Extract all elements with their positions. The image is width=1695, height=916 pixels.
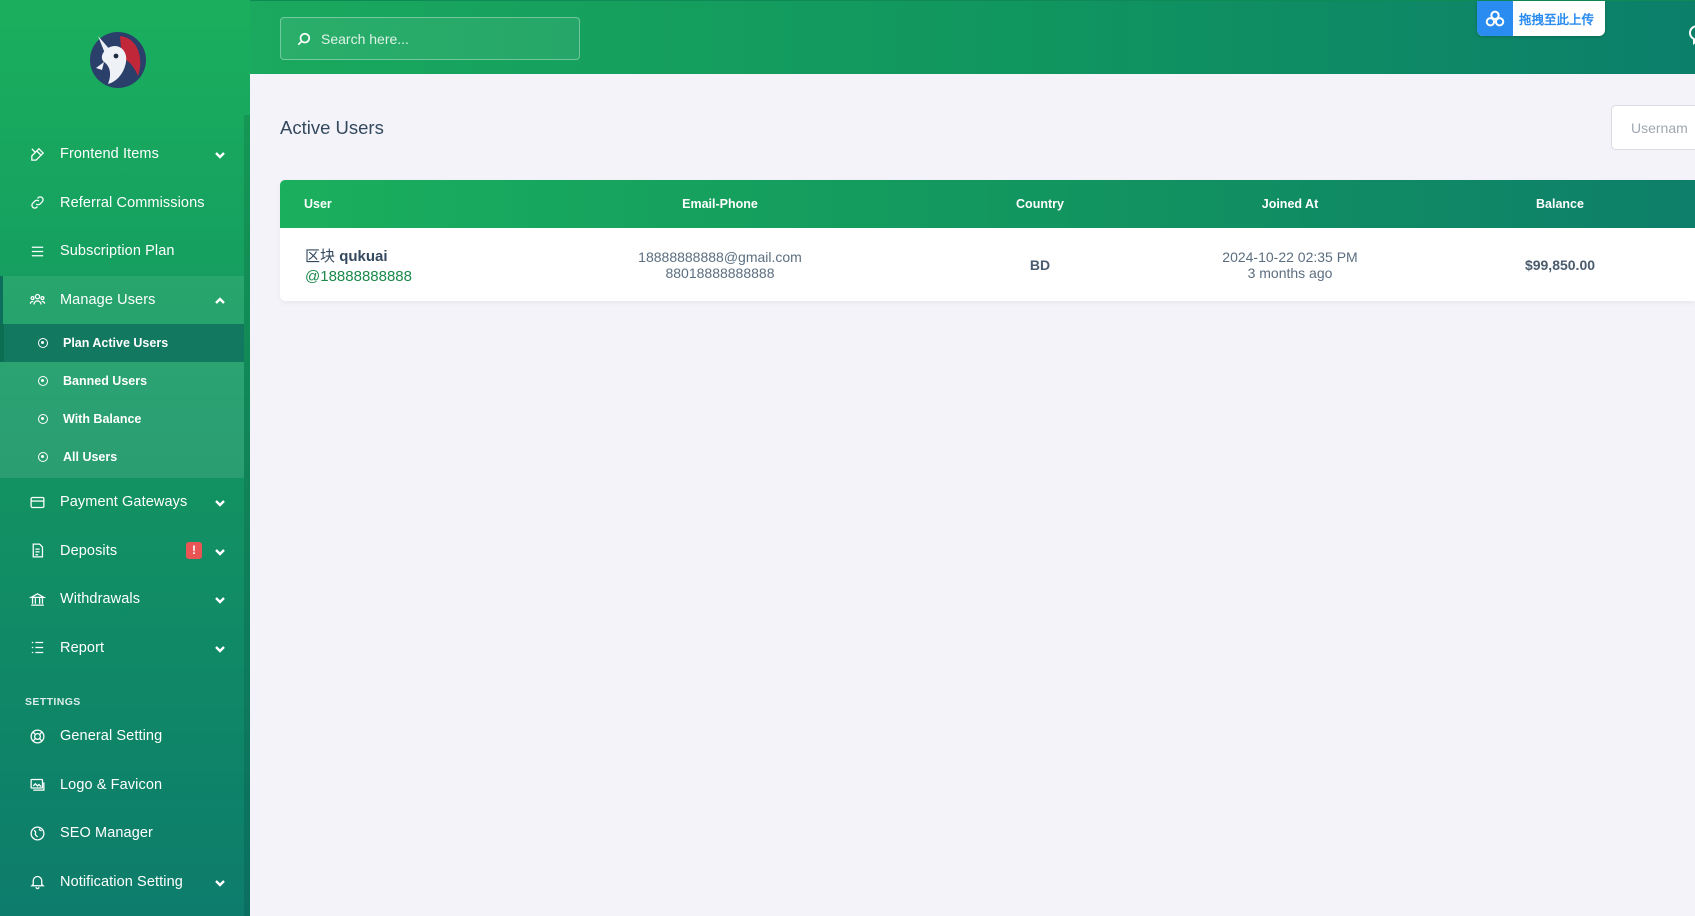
users-icon: [28, 291, 46, 309]
bank-icon: [28, 590, 46, 608]
search-input[interactable]: [321, 30, 561, 47]
sidebar-subitem-label: All Users: [63, 450, 118, 464]
user-name-main: qukuai: [339, 247, 388, 265]
alert-badge: !: [186, 541, 202, 559]
sidebar-subitem-label: With Balance: [63, 412, 142, 426]
upload-label: 拖拽至此上传: [1519, 13, 1595, 27]
user-email: 18888888888@gmail.com: [638, 248, 802, 265]
sidebar-item-general-setting[interactable]: General Setting: [0, 712, 244, 761]
globe-icon: [28, 824, 46, 842]
list-icon: [28, 639, 46, 657]
user-country: BD: [1029, 256, 1051, 273]
sidebar-item-label: Subscription Plan: [60, 243, 175, 260]
chat-bubble-icon[interactable]: [1687, 23, 1695, 45]
sidebar-item-manage-users[interactable]: Manage Users: [0, 275, 244, 324]
search-box[interactable]: [280, 17, 580, 60]
bell-icon: [28, 873, 46, 891]
sidebar-item-seo-manager[interactable]: SEO Manager: [0, 809, 244, 858]
sidebar-item-label: Manage Users: [60, 291, 156, 308]
sidebar-item-frontend-items[interactable]: Frontend Items: [0, 130, 244, 179]
sidebar-item-logo-favicon[interactable]: Logo & Favicon: [0, 761, 244, 810]
user-balance: $99,850.00: [1524, 256, 1596, 273]
circle-dot-icon: [38, 452, 48, 462]
lifebuoy-icon: [28, 727, 46, 745]
chevron-down-icon: [214, 497, 226, 509]
sidebar-item-notification-setting[interactable]: Notification Setting: [0, 858, 244, 907]
sidebar-item-label: Deposits: [60, 542, 118, 559]
joined-at-cell: 2024-10-22 02:35 PM 3 months ago: [1180, 228, 1400, 301]
sidebar-item-label: Withdrawals: [60, 591, 141, 608]
column-header-country: Country: [1016, 197, 1064, 211]
sidebar-item-label: Report: [60, 639, 105, 656]
balance-cell: $99,850.00: [1460, 228, 1660, 301]
search-icon: [297, 32, 311, 45]
sidebar-item-label: SEO Manager: [60, 825, 153, 842]
sidebar: Frontend Items Referral Commissions Subs…: [0, 0, 250, 916]
brand-logo[interactable]: [78, 22, 150, 94]
sidebar-item-subscription-plan[interactable]: Subscription Plan: [0, 227, 244, 276]
tools-icon: [28, 145, 46, 163]
user-cell: 区块 qukuai @18888888888: [305, 228, 565, 301]
sidebar-menu: Frontend Items Referral Commissions Subs…: [0, 130, 244, 906]
column-header-email-phone: Email-Phone: [682, 197, 758, 211]
circle-dot-icon: [38, 376, 48, 386]
sidebar-item-label: General Setting: [60, 728, 163, 745]
chevron-up-icon: [214, 295, 226, 307]
manage-users-submenu: Plan Active Users Banned Users With Bala…: [0, 324, 244, 478]
sidebar-scrollbar[interactable]: [244, 115, 250, 916]
table-header: User Email-Phone Country Joined At Balan…: [280, 180, 1695, 228]
sidebar-item-label: Referral Commissions: [60, 194, 205, 211]
upload-drop-button[interactable]: 拖拽至此上传: [1477, 1, 1605, 36]
unicorn-logo-icon: [90, 32, 146, 88]
cloud-upload-icon: [1477, 1, 1513, 36]
circle-dot-icon: [38, 414, 48, 424]
column-header-user: User: [304, 197, 332, 211]
sidebar-item-payment-gateways[interactable]: Payment Gateways: [0, 478, 244, 527]
sidebar-item-deposits[interactable]: Deposits !: [0, 527, 244, 576]
country-cell: BD: [980, 228, 1100, 301]
sidebar-subitem-label: Banned Users: [63, 374, 148, 388]
joined-relative: 3 months ago: [1247, 264, 1333, 281]
column-header-joined-at: Joined At: [1261, 197, 1319, 211]
link-icon: [28, 194, 46, 212]
sidebar-item-withdrawals[interactable]: Withdrawals: [0, 575, 244, 624]
users-table: User Email-Phone Country Joined At Balan…: [280, 180, 1695, 301]
receipt-icon: [28, 542, 46, 560]
menu-lines-icon: [28, 242, 46, 260]
sidebar-subitem-banned-users[interactable]: Banned Users: [0, 362, 244, 400]
sidebar-item-label: Notification Setting: [60, 873, 183, 890]
email-phone-cell: 18888888888@gmail.com 88018888888888: [590, 228, 850, 301]
sidebar-item-label: Payment Gateways: [60, 494, 188, 511]
user-name-prefix: 区块: [305, 247, 336, 265]
joined-date: 2024-10-22 02:35 PM: [1222, 248, 1358, 265]
user-handle-link[interactable]: @18888888888: [305, 268, 565, 285]
credit-card-icon: [28, 493, 46, 511]
sidebar-item-label: Frontend Items: [60, 146, 159, 163]
circle-dot-icon: [38, 338, 48, 348]
top-navbar: 拖拽至此上传: [250, 0, 1695, 74]
sidebar-section-settings: SETTINGS: [25, 696, 81, 708]
sidebar-subitem-plan-active-users[interactable]: Plan Active Users: [0, 324, 244, 362]
column-header-balance: Balance: [1536, 197, 1584, 211]
sidebar-subitem-label: Plan Active Users: [63, 336, 169, 350]
chevron-down-icon: [214, 149, 226, 161]
chevron-down-icon: [214, 546, 226, 558]
username-search-input[interactable]: [1611, 105, 1695, 150]
images-icon: [28, 776, 46, 794]
sidebar-item-report[interactable]: Report: [0, 624, 244, 673]
sidebar-item-referral-commissions[interactable]: Referral Commissions: [0, 179, 244, 228]
page-title: Active Users: [280, 117, 384, 138]
sidebar-item-label: Logo & Favicon: [60, 776, 163, 793]
sidebar-subitem-with-balance[interactable]: With Balance: [0, 400, 244, 438]
user-fullname: 区块 qukuai: [305, 245, 565, 266]
chevron-down-icon: [214, 643, 226, 655]
chevron-down-icon: [214, 877, 226, 889]
user-phone: 88018888888888: [665, 264, 775, 281]
chevron-down-icon: [214, 594, 226, 606]
table-row[interactable]: 区块 qukuai @18888888888 18888888888@gmail…: [280, 228, 1695, 301]
sidebar-subitem-all-users[interactable]: All Users: [0, 438, 244, 476]
